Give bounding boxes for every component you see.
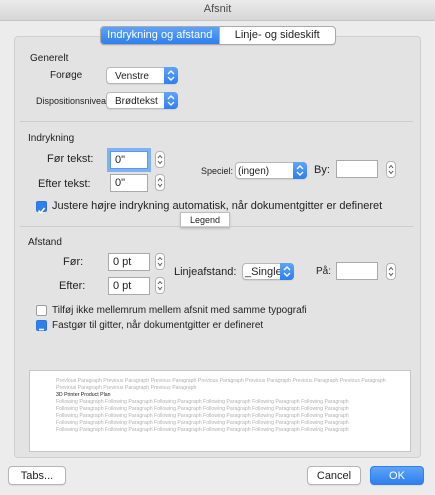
auto-adjust-label: Justere højre indrykning automatisk, når… (52, 200, 383, 212)
no-space-checkbox[interactable] (36, 305, 47, 316)
preview-following-line: Following Paragraph Following Paragraph … (56, 427, 349, 433)
outline-level-label: Dispositionsniveau: (36, 96, 114, 106)
spacing-after-input[interactable]: 0 pt (108, 277, 150, 295)
tabs-button[interactable]: Tabs... (8, 466, 66, 485)
special-label: Speciel: (201, 166, 234, 176)
special-select[interactable]: (ingen) (235, 162, 307, 179)
indent-before-label: Før tekst: (47, 153, 94, 165)
by-label: By: (314, 164, 330, 176)
snap-grid-checkbox[interactable] (36, 320, 47, 331)
indentation-heading: Indrykning (28, 133, 75, 144)
indent-before-stepper[interactable] (155, 151, 165, 168)
spacing-before-label: Før: (63, 256, 84, 268)
spacing-after-stepper[interactable] (155, 277, 165, 294)
indent-before-input[interactable]: 0" (110, 151, 148, 169)
section-divider (20, 121, 413, 122)
chevron-updown-icon (280, 263, 294, 280)
chevron-updown-icon (164, 67, 178, 84)
line-spacing-label: Linjeafstand: (174, 266, 237, 278)
outline-level-select[interactable]: Brødtekst (106, 92, 178, 109)
by-stepper[interactable] (386, 161, 396, 178)
spacing-heading: Afstand (28, 237, 62, 248)
ok-button[interactable]: OK (370, 466, 424, 485)
chevron-updown-icon (293, 162, 307, 179)
indent-after-input[interactable]: 0" (110, 174, 148, 192)
at-label: På: (316, 266, 332, 277)
tab-indents-spacing[interactable]: Indrykning og afstand (101, 27, 219, 44)
outline-level-value: Brødtekst (115, 96, 158, 107)
tab-line-page-breaks[interactable]: Linje- og sideskift (218, 27, 336, 44)
checkmark-icon (37, 207, 46, 214)
snap-grid-label: Fastgør til gitter, når dokumentgitter e… (52, 320, 264, 331)
preview-current-paragraph: 3D Printer Product Plan (56, 392, 111, 398)
section-divider (20, 226, 413, 227)
paragraph-preview: Previous Paragraph Previous Paragraph Pr… (29, 370, 411, 452)
preview-following-line: Following Paragraph Following Paragraph … (56, 413, 349, 419)
preview-following-line: Following Paragraph Following Paragraph … (56, 406, 349, 412)
at-stepper[interactable] (386, 263, 396, 280)
alignment-select[interactable]: Venstre (106, 67, 178, 84)
spacing-before-stepper[interactable] (155, 253, 165, 270)
alignment-value: Venstre (115, 71, 149, 82)
general-heading: Generelt (30, 53, 69, 64)
indent-after-stepper[interactable] (155, 174, 165, 191)
no-space-label: Tilføj ikke mellemrum mellem afsnit med … (52, 305, 307, 316)
by-input[interactable] (336, 160, 378, 178)
line-spacing-select[interactable]: _Single (242, 263, 294, 280)
preview-previous-line: Previous Paragraph Previous Paragraph Pr… (56, 385, 197, 391)
at-input[interactable] (336, 262, 378, 280)
special-value: (ingen) (238, 166, 270, 177)
tab-bar: Indrykning og afstand Linje- og sideskif… (100, 26, 336, 45)
dash-icon (39, 328, 44, 331)
indent-after-label: Efter tekst: (38, 178, 91, 190)
window-title: Afsnit (203, 3, 232, 15)
cancel-button[interactable]: Cancel (307, 466, 361, 485)
spacing-after-label: Efter: (59, 280, 86, 292)
spacing-before-input[interactable]: 0 pt (108, 253, 150, 271)
preview-previous-line: Previous Paragraph Previous Paragraph Pr… (56, 378, 386, 384)
preview-following-line: Following Paragraph Following Paragraph … (56, 399, 349, 405)
alignment-label: Forøge (50, 70, 83, 81)
line-spacing-value: _Single (245, 266, 282, 278)
preview-following-line: Following Paragraph Following Paragraph … (56, 420, 349, 426)
chevron-updown-icon (164, 92, 178, 109)
auto-adjust-checkbox[interactable] (36, 201, 47, 214)
